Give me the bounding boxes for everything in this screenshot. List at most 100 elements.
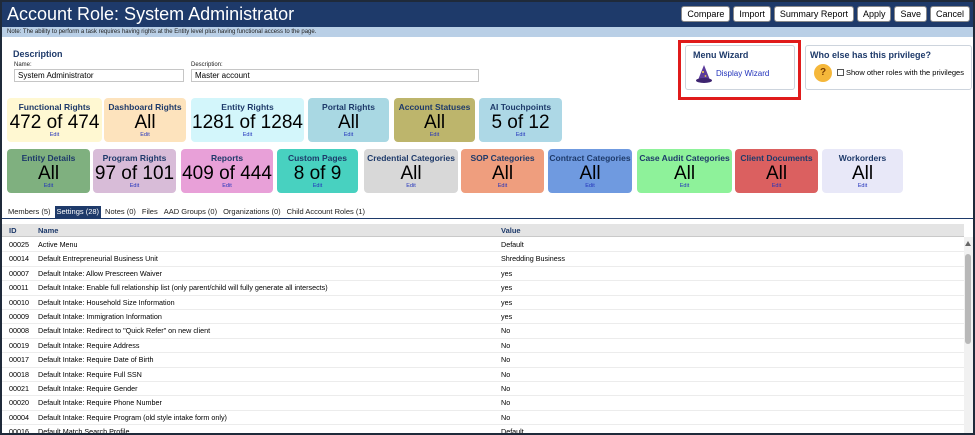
tile-program-rights[interactable]: Program Rights 97 of 101 Edit bbox=[93, 149, 176, 193]
tile-portal-rights[interactable]: Portal Rights All Edit bbox=[308, 98, 389, 142]
table-row[interactable]: 00025 Active Menu Default bbox=[2, 238, 964, 253]
tile-dashboard-rights[interactable]: Dashboard Rights All Edit bbox=[104, 98, 186, 142]
tile-edit-link[interactable]: Edit bbox=[822, 183, 903, 189]
tile-label: SOP Categories bbox=[470, 153, 535, 163]
cell-name: Default Intake: Require Full SSN bbox=[38, 369, 142, 379]
description-field[interactable]: Master account bbox=[191, 69, 479, 82]
tile-credential-categories[interactable]: Credential Categories All Edit bbox=[364, 149, 458, 193]
tab-members[interactable]: Members (5) bbox=[6, 206, 53, 218]
column-header-id[interactable]: ID bbox=[9, 224, 17, 237]
show-other-roles-label[interactable]: Show other roles with the privileges bbox=[846, 68, 964, 77]
cell-name: Default Intake: Require Phone Number bbox=[38, 398, 162, 408]
tab-child-account-roles[interactable]: Child Account Roles (1) bbox=[285, 206, 367, 218]
tab-aad-groups[interactable]: AAD Groups (0) bbox=[162, 206, 219, 218]
table-row[interactable]: 00018 Default Intake: Require Full SSN No bbox=[2, 368, 964, 382]
description-label: Description: bbox=[191, 62, 223, 68]
cell-id: 00011 bbox=[9, 283, 29, 293]
tile-edit-link[interactable]: Edit bbox=[394, 132, 475, 138]
tab-files[interactable]: Files bbox=[140, 206, 160, 218]
cell-value: No bbox=[501, 398, 511, 408]
tile-edit-link[interactable]: Edit bbox=[7, 183, 90, 189]
tile-workorders[interactable]: Workorders All Edit bbox=[822, 149, 903, 193]
cell-id: 00017 bbox=[9, 355, 29, 365]
tile-label: Credential Categories bbox=[367, 153, 455, 163]
tile-case-audit-categories[interactable]: Case Audit Categories All Edit bbox=[637, 149, 732, 193]
menu-wizard-title: Menu Wizard bbox=[693, 50, 749, 60]
scroll-up-arrow-icon[interactable] bbox=[965, 241, 971, 246]
cell-id: 00020 bbox=[9, 398, 29, 408]
cell-id: 00021 bbox=[9, 384, 29, 393]
cell-name: Default Intake: Enable full relationship… bbox=[38, 283, 328, 293]
tile-edit-link[interactable]: Edit bbox=[308, 132, 389, 138]
tile-label: AI Touchpoints bbox=[489, 102, 552, 112]
tile-functional-rights[interactable]: Functional Rights 472 of 474 Edit bbox=[7, 98, 102, 142]
settings-table: ID Name Value 00025 Active Menu Default 000… bbox=[2, 224, 964, 435]
tile-edit-link[interactable]: Edit bbox=[735, 183, 818, 189]
tab-bar: Members (5) Settings (28) Notes (0) File… bbox=[6, 206, 367, 218]
table-row[interactable]: 00016 Default Match Search Profile Default bbox=[2, 425, 964, 435]
tile-edit-link[interactable]: Edit bbox=[277, 183, 358, 189]
name-field[interactable]: System Administrator bbox=[14, 69, 184, 82]
table-row[interactable]: 00021 Default Intake: Require Gender No bbox=[2, 382, 964, 397]
wizard-hat-icon[interactable] bbox=[695, 64, 713, 84]
cell-value: Default bbox=[501, 427, 524, 435]
tile-client-documents[interactable]: Client Documents All Edit bbox=[735, 149, 818, 193]
tile-label: Account Statuses bbox=[398, 102, 471, 112]
table-row[interactable]: 00014 Default Entrepreneurial Business Un… bbox=[2, 252, 964, 267]
compare-button[interactable]: Compare bbox=[681, 6, 731, 22]
tile-entity-rights[interactable]: Entity Rights 1281 of 1284 Edit bbox=[191, 98, 304, 142]
table-row[interactable]: 00008 Default Intake: Redirect to "Quick … bbox=[2, 324, 964, 339]
cell-id: 00014 bbox=[9, 254, 29, 264]
tile-edit-link[interactable]: Edit bbox=[104, 132, 186, 138]
tile-edit-link[interactable]: Edit bbox=[548, 183, 632, 189]
table-row[interactable]: 00017 Default Intake: Require Date of Bir… bbox=[2, 353, 964, 368]
cell-id: 00004 bbox=[9, 412, 29, 422]
cell-id: 00018 bbox=[9, 369, 29, 379]
column-header-name[interactable]: Name bbox=[38, 224, 58, 237]
tile-value: 5 of 12 bbox=[491, 112, 550, 133]
apply-button[interactable]: Apply bbox=[856, 6, 892, 22]
cell-name: Default Intake: Require Gender bbox=[38, 384, 138, 393]
table-row[interactable]: 00020 Default Intake: Require Phone Numbe… bbox=[2, 396, 964, 411]
tile-value: All bbox=[851, 163, 874, 184]
tile-value: All bbox=[134, 112, 156, 133]
column-header-value[interactable]: Value bbox=[501, 224, 521, 237]
tile-entity-details[interactable]: Entity Details All Edit bbox=[7, 149, 90, 193]
cell-id: 00025 bbox=[9, 240, 29, 249]
tile-value: All bbox=[37, 163, 60, 184]
tile-value: 1281 of 1284 bbox=[192, 112, 303, 133]
tile-sop-categories[interactable]: SOP Categories All Edit bbox=[461, 149, 544, 193]
show-other-roles-checkbox[interactable] bbox=[837, 69, 844, 76]
tab-notes[interactable]: Notes (0) bbox=[103, 206, 138, 218]
tile-reports[interactable]: Reports 409 of 444 Edit bbox=[181, 149, 273, 193]
tile-ai-touchpoints[interactable]: AI Touchpoints 5 of 12 Edit bbox=[479, 98, 562, 142]
tile-edit-link[interactable]: Edit bbox=[364, 183, 458, 189]
tile-label: Dashboard Rights bbox=[108, 102, 182, 112]
import-button[interactable]: Import bbox=[733, 6, 771, 22]
tile-contract-categories[interactable]: Contract Categories All Edit bbox=[548, 149, 632, 193]
summary-report-button[interactable]: Summary Report bbox=[773, 6, 854, 22]
tile-value: 8 of 9 bbox=[293, 163, 342, 184]
tile-account-statuses[interactable]: Account Statuses All Edit bbox=[394, 98, 475, 142]
tile-edit-link[interactable]: Edit bbox=[637, 183, 732, 189]
tile-custom-pages[interactable]: Custom Pages 8 of 9 Edit bbox=[277, 149, 358, 193]
scrollbar-thumb[interactable] bbox=[965, 254, 971, 344]
tab-organizations[interactable]: Organizations (0) bbox=[221, 206, 283, 218]
tab-settings[interactable]: Settings (28) bbox=[54, 206, 102, 218]
tile-edit-link[interactable]: Edit bbox=[461, 183, 544, 189]
table-row[interactable]: 00007 Default Intake: Allow Prescreen Wai… bbox=[2, 267, 964, 282]
table-row[interactable]: 00009 Default Intake: Immigration Informa… bbox=[2, 310, 964, 325]
save-button[interactable]: Save bbox=[894, 6, 927, 22]
table-row[interactable]: 00011 Default Intake: Enable full relatio… bbox=[2, 281, 964, 296]
display-wizard-link[interactable]: Display Wizard bbox=[716, 69, 769, 78]
description-panel: Description Name: System Administrator D… bbox=[7, 44, 672, 92]
cancel-button[interactable]: Cancel bbox=[929, 6, 970, 22]
tile-label: Client Documents bbox=[740, 153, 813, 163]
tile-label: Entity Details bbox=[21, 153, 76, 163]
vertical-scrollbar[interactable] bbox=[964, 237, 973, 433]
tile-value: All bbox=[765, 163, 788, 184]
table-row[interactable]: 00004 Default Intake: Require Program (ol… bbox=[2, 411, 964, 426]
cell-name: Default Intake: Immigration Information bbox=[38, 312, 162, 321]
table-row[interactable]: 00019 Default Intake: Require Address No bbox=[2, 339, 964, 354]
table-row[interactable]: 00010 Default Intake: Household Size Info… bbox=[2, 296, 964, 310]
